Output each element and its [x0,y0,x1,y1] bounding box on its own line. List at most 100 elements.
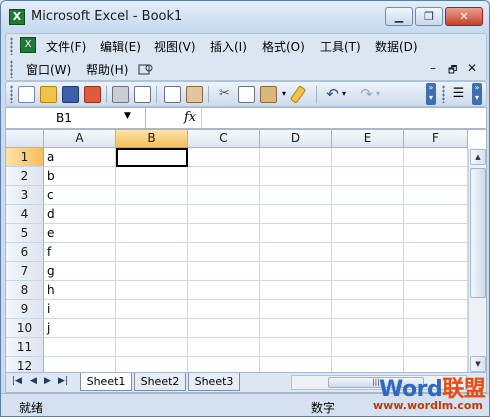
row-header-3[interactable]: 3 [6,186,44,205]
cell-d6[interactable] [260,243,332,262]
cell-c8[interactable] [188,281,260,300]
cell-d2[interactable] [260,167,332,186]
cell-c10[interactable] [188,319,260,338]
column-header-b[interactable]: B [116,130,188,148]
cell-e8[interactable] [332,281,404,300]
formatting-options-chevron-icon[interactable]: » ▾ [472,83,482,105]
last-sheet-icon[interactable]: ▶| [58,376,68,386]
column-header-c[interactable]: C [188,130,260,148]
cell-b3[interactable] [116,186,188,205]
cell-a1[interactable]: a [44,148,116,167]
cell-d3[interactable] [260,186,332,205]
title-bar[interactable]: X Microsoft Excel - Book1 ▁ ❐ ✕ [1,1,489,33]
cell-d10[interactable] [260,319,332,338]
row-header-5[interactable]: 5 [6,224,44,243]
workbook-close-button[interactable]: ✕ [467,61,477,75]
research-icon[interactable] [186,86,203,103]
excel-app-icon[interactable]: X [9,9,25,25]
research-menu-icon[interactable] [138,62,154,76]
cell-a8[interactable]: h [44,281,116,300]
new-icon[interactable] [18,86,35,103]
paste-icon[interactable] [260,86,277,103]
cell-b8[interactable] [116,281,188,300]
menu-insert[interactable]: 插入(I) [210,38,247,55]
cell-b10[interactable] [116,319,188,338]
cell-d12[interactable] [260,357,332,372]
cell-c4[interactable] [188,205,260,224]
menubar-grip-2[interactable] [10,60,13,78]
cell-f11[interactable] [404,338,468,357]
cell-f2[interactable] [404,167,468,186]
cell-e10[interactable] [332,319,404,338]
cell-c9[interactable] [188,300,260,319]
permission-icon[interactable] [84,86,101,103]
vertical-scrollbar[interactable]: ▲ ▼ [468,148,486,372]
cell-b12[interactable] [116,357,188,372]
cell-a5[interactable]: e [44,224,116,243]
cell-c5[interactable] [188,224,260,243]
cell-e2[interactable] [332,167,404,186]
cell-f4[interactable] [404,205,468,224]
cell-e3[interactable] [332,186,404,205]
cell-a2[interactable]: b [44,167,116,186]
column-header-f[interactable]: F [404,130,468,148]
scroll-down-icon[interactable]: ▼ [470,356,486,372]
spelling-icon[interactable] [164,86,181,103]
cell-c2[interactable] [188,167,260,186]
cell-c11[interactable] [188,338,260,357]
cell-b11[interactable] [116,338,188,357]
next-sheet-icon[interactable]: ▶ [44,376,51,386]
sheet-tab-sheet3[interactable]: Sheet3 [188,373,240,391]
toolbar-grip[interactable] [10,85,13,103]
menu-view[interactable]: 视图(V) [154,38,196,55]
print-icon[interactable] [112,86,129,103]
cell-b9[interactable] [116,300,188,319]
copy-icon[interactable] [238,86,255,103]
cell-a12[interactable] [44,357,116,372]
cell-c12[interactable] [188,357,260,372]
cell-b1[interactable] [116,148,188,167]
cell-e6[interactable] [332,243,404,262]
cell-c7[interactable] [188,262,260,281]
redo-chevron-icon[interactable]: ▾ [376,86,384,103]
cell-a7[interactable]: g [44,262,116,281]
menu-file[interactable]: 文件(F) [46,38,86,55]
align-icon[interactable]: ☰ [450,86,467,103]
cell-a11[interactable] [44,338,116,357]
cell-f8[interactable] [404,281,468,300]
cell-f9[interactable] [404,300,468,319]
row-header-11[interactable]: 11 [6,338,44,357]
menubar-grip[interactable] [10,37,13,55]
workbook-restore-button[interactable]: 🗗 [448,63,457,80]
cell-a10[interactable]: j [44,319,116,338]
cell-c3[interactable] [188,186,260,205]
menu-help[interactable]: 帮助(H) [86,61,128,78]
toolbar-options-chevron-icon[interactable]: » ▾ [426,83,436,105]
cell-a6[interactable]: f [44,243,116,262]
row-header-6[interactable]: 6 [6,243,44,262]
prev-sheet-icon[interactable]: ◀ [30,376,37,386]
cell-e1[interactable] [332,148,404,167]
minimize-button[interactable]: ▁ [385,7,413,26]
cell-a9[interactable]: i [44,300,116,319]
open-icon[interactable] [40,86,57,103]
cell-f3[interactable] [404,186,468,205]
sheet-tab-sheet1[interactable]: Sheet1 [80,373,132,391]
row-header-4[interactable]: 4 [6,205,44,224]
menu-format[interactable]: 格式(O) [262,38,305,55]
cell-b4[interactable] [116,205,188,224]
row-header-10[interactable]: 10 [6,319,44,338]
workbook-menu-icon[interactable]: X [20,37,36,53]
cell-a3[interactable]: c [44,186,116,205]
cell-e9[interactable] [332,300,404,319]
cell-a4[interactable]: d [44,205,116,224]
cut-icon[interactable]: ✂ [216,86,233,103]
toolbar2-grip[interactable] [442,85,445,103]
menu-edit[interactable]: 编辑(E) [100,38,141,55]
menu-tools[interactable]: 工具(T) [320,38,361,55]
cell-f6[interactable] [404,243,468,262]
row-header-9[interactable]: 9 [6,300,44,319]
cell-c1[interactable] [188,148,260,167]
cell-f10[interactable] [404,319,468,338]
row-header-8[interactable]: 8 [6,281,44,300]
